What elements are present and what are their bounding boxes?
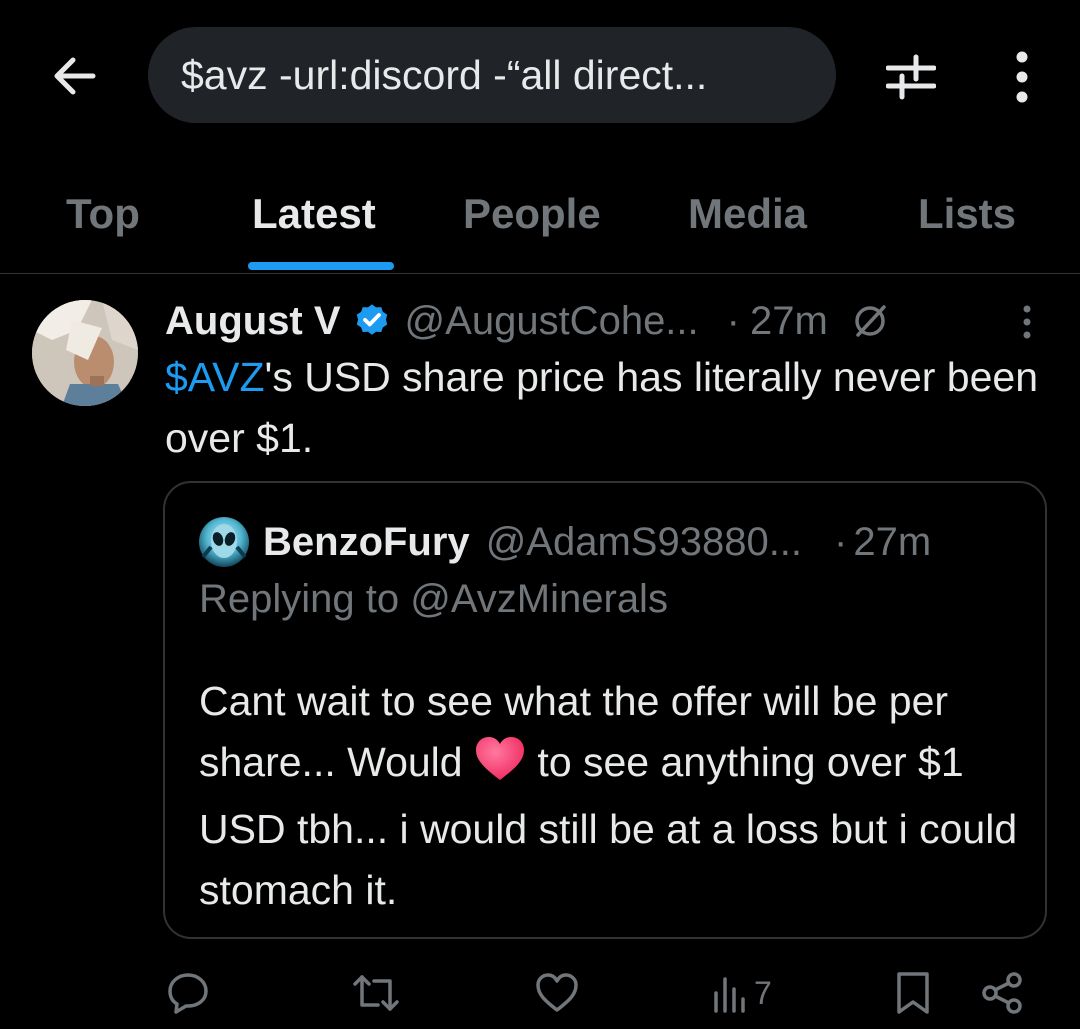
retweet-button[interactable] (352, 965, 400, 1021)
tweet-actions: 7 (0, 965, 1080, 1021)
author-handle[interactable]: @AugustCohe... (405, 299, 699, 344)
reply-icon (168, 973, 208, 1014)
tweet-header: August V @AugustCohe... · 27m (165, 293, 890, 349)
heart-emoji-icon (474, 736, 526, 799)
heart-icon (536, 973, 578, 1012)
avatar-image (32, 300, 138, 406)
search-tabs: Top Latest People Media Lists (0, 150, 1080, 274)
tweet-text: $AVZ's USD share price has literally nev… (165, 347, 1065, 469)
like-button[interactable] (535, 965, 579, 1021)
avatar[interactable] (32, 300, 138, 406)
search-filters-button[interactable] (880, 46, 942, 108)
quoted-author-name: BenzoFury (263, 519, 470, 564)
tweet[interactable]: August V @AugustCohe... · 27m $AVZ's USD… (0, 275, 1080, 1029)
tweet-text-body: 's USD share price has literally never b… (165, 354, 1039, 461)
bookmark-button[interactable] (894, 965, 932, 1021)
retweet-icon (353, 975, 399, 1011)
reply-button[interactable] (166, 965, 210, 1021)
grok-icon[interactable] (850, 301, 890, 341)
quoted-tweet[interactable]: BenzoFury @AdamS93880... · 27m Replying … (163, 481, 1047, 939)
top-bar: $avz -url:discord -“all direct... (0, 0, 1080, 150)
timestamp[interactable]: 27m (750, 299, 828, 344)
separator-dot: · (726, 298, 740, 343)
quoted-timestamp: 27m (853, 519, 932, 564)
cashtag-link[interactable]: $AVZ (165, 354, 265, 400)
quoted-avatar (199, 517, 249, 567)
search-query: $avz -url:discord -“all direct... (181, 51, 708, 98)
views-count: 7 (754, 974, 772, 1011)
back-button[interactable] (46, 48, 102, 104)
views-button[interactable]: 7 (712, 965, 772, 1021)
quoted-tweet-text: Cant wait to see what the offer will be … (199, 671, 1019, 921)
verified-badge-icon (353, 302, 391, 340)
bookmark-icon (897, 972, 929, 1014)
share-icon (982, 972, 1022, 1014)
quoted-tweet-header: BenzoFury @AdamS93880... · 27m (263, 511, 931, 573)
tab-top[interactable]: Top (66, 190, 140, 238)
author-name[interactable]: August V (165, 299, 341, 344)
quoted-author-handle: @AdamS93880... (485, 519, 803, 564)
tab-media[interactable]: Media (688, 190, 807, 238)
tab-latest[interactable]: Latest (252, 190, 376, 238)
separator-dot: · (834, 519, 848, 564)
vertical-dots-icon (1016, 51, 1028, 103)
back-arrow-icon (54, 57, 96, 95)
tab-people[interactable]: People (463, 190, 601, 238)
tab-lists[interactable]: Lists (918, 190, 1016, 238)
sliders-icon (886, 54, 936, 100)
search-input[interactable]: $avz -url:discord -“all direct... (148, 27, 836, 123)
views-chart-icon (714, 977, 745, 1013)
tweet-more-button[interactable] (1012, 299, 1042, 345)
vertical-dots-icon (1023, 305, 1031, 339)
replying-to: Replying to @AvzMinerals (199, 577, 668, 621)
share-button[interactable] (980, 965, 1024, 1021)
more-options-button[interactable] (998, 46, 1046, 108)
active-tab-indicator (248, 262, 394, 270)
